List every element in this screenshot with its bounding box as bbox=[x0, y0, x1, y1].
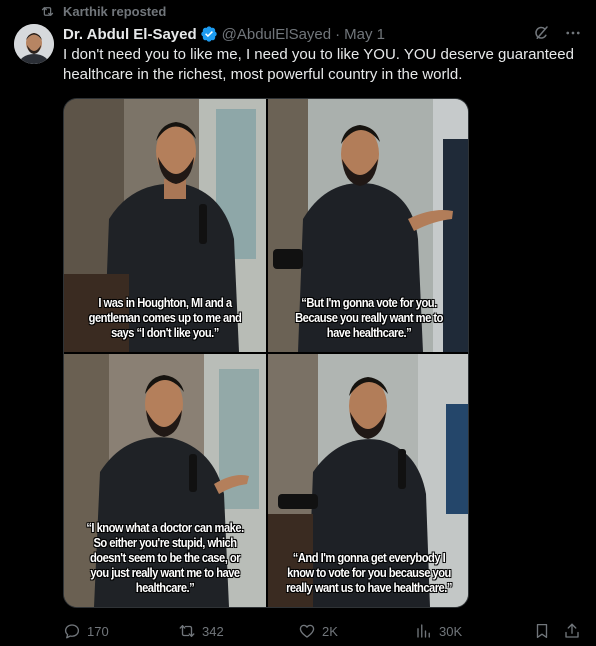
tweet-header: Dr. Abdul El-Sayed @AbdulElSayed · May 1 bbox=[63, 24, 582, 44]
more-icon[interactable] bbox=[564, 24, 582, 42]
caption-3: “I know what a doctor can make. So eithe… bbox=[86, 520, 244, 595]
media-photo-3[interactable]: “I know what a doctor can make. So eithe… bbox=[64, 354, 266, 607]
author-name[interactable]: Dr. Abdul El-Sayed bbox=[63, 26, 197, 43]
avatar[interactable] bbox=[14, 24, 54, 64]
caption-1: I was in Houghton, MI and a gentleman co… bbox=[88, 295, 242, 340]
bookmark-icon bbox=[536, 623, 548, 639]
caption-4: “And I'm gonna get everybody I know to v… bbox=[286, 550, 452, 595]
caption-2: “But I'm gonna vote for you. Because you… bbox=[295, 295, 443, 340]
media-photo-4[interactable]: “And I'm gonna get everybody I know to v… bbox=[268, 354, 468, 607]
repost-count: 342 bbox=[202, 623, 224, 639]
media-grid[interactable]: I was in Houghton, MI and a gentleman co… bbox=[63, 98, 469, 608]
repost-icon bbox=[179, 625, 195, 637]
repost-button[interactable]: 342 bbox=[178, 622, 224, 640]
bookmark-button[interactable] bbox=[533, 622, 551, 640]
media-photo-2[interactable]: “But I'm gonna vote for you. Because you… bbox=[268, 99, 468, 352]
share-button[interactable] bbox=[563, 622, 581, 640]
reply-icon bbox=[64, 624, 80, 639]
reply-button[interactable]: 170 bbox=[63, 622, 109, 640]
repost-label: Karthik reposted bbox=[63, 3, 167, 19]
grok-icon[interactable] bbox=[532, 24, 550, 42]
verified-badge-icon bbox=[200, 26, 217, 42]
view-count: 30K bbox=[439, 623, 463, 639]
repost-icon bbox=[41, 6, 54, 16]
avatar-image bbox=[14, 24, 54, 64]
views-icon bbox=[417, 624, 430, 638]
repost-context[interactable]: Karthik reposted bbox=[40, 3, 166, 19]
share-icon bbox=[565, 623, 579, 638]
views-button[interactable]: 30K bbox=[415, 622, 462, 640]
like-count: 2K bbox=[322, 623, 338, 639]
media-photo-1[interactable]: I was in Houghton, MI and a gentleman co… bbox=[64, 99, 266, 352]
like-button[interactable]: 2K bbox=[298, 622, 338, 640]
action-bar: 170 342 2K 30K bbox=[63, 620, 583, 642]
reply-count: 170 bbox=[87, 623, 109, 639]
separator-dot: · bbox=[335, 25, 341, 43]
tweet-text: I don't need you to like me, I need you … bbox=[63, 46, 574, 83]
author-handle[interactable]: @AbdulElSayed bbox=[222, 26, 331, 43]
tweet-date[interactable]: May 1 bbox=[344, 26, 385, 43]
heart-icon bbox=[299, 624, 315, 638]
